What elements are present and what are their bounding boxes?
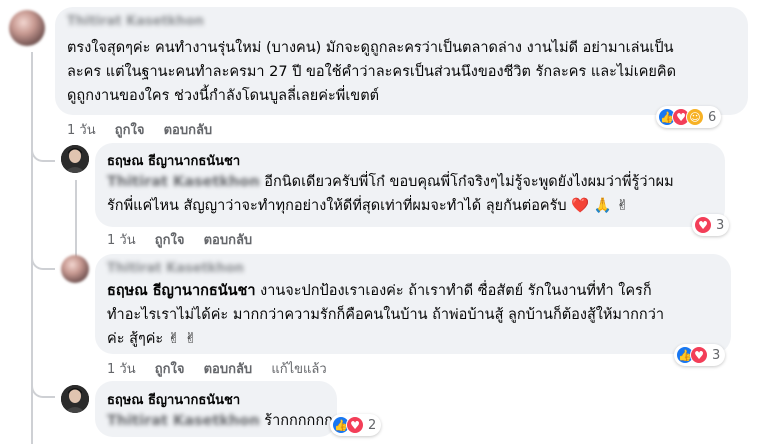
- reply-button[interactable]: ตอบกลับ: [204, 362, 253, 377]
- love-icon: ♥: [694, 216, 712, 234]
- comment-author[interactable]: ธฤษณ ธีญานากธนันชา: [107, 150, 240, 171]
- comment-time[interactable]: 1 วัน: [107, 233, 136, 248]
- avatar[interactable]: [61, 255, 89, 283]
- comment-line: ค่ะ สู้ๆค่ะ ✌ ✌: [107, 327, 197, 351]
- thread-branch: [31, 250, 55, 270]
- comment-author[interactable]: ธฤษณ ธีญานากธนันชา: [107, 389, 240, 410]
- comment-author[interactable]: Thitirat Kasetkhon: [67, 14, 204, 29]
- profile-photo-icon: [61, 145, 89, 173]
- comment-line: ละคร แต่ในฐานะคนทำละครมา 27 ปี ขอใช้คำว่…: [67, 64, 677, 80]
- avatar[interactable]: [61, 385, 89, 413]
- mention-tag[interactable]: Thitirat Kasetkhon: [107, 174, 260, 190]
- comment-line: ตรงใจสุดๆค่ะ คนทำงานรุ่นใหม่ (บางคน) มัก…: [67, 40, 674, 56]
- comment-text: รักพี่แค่ไหน สัญญาว่าจะทำทุกอย่างให้ดีที…: [107, 198, 567, 214]
- reaction-summary[interactable]: ♥ 3: [692, 214, 730, 236]
- comment-actions: 1 วัน ถูกใจ ตอบกลับ แก้ไขแล้ว: [107, 358, 342, 379]
- care-icon: ☺: [686, 108, 704, 126]
- mention-tag[interactable]: ธฤษณ ธีญานากธนันชา: [107, 283, 256, 299]
- comment-emojis: ✌ ✌: [167, 331, 197, 347]
- reaction-count: 3: [716, 217, 725, 233]
- thread-line: [75, 180, 77, 260]
- thread-branch: [31, 376, 55, 398]
- comment-text: ค่ะ สู้ๆค่ะ: [107, 331, 164, 347]
- reaction-count: 6: [708, 109, 717, 125]
- comment-text: ร้ากกกกกก: [264, 413, 333, 429]
- comment-line: Thitirat Kasetkhon ร้ากกกกกก: [107, 409, 333, 433]
- reaction-summary[interactable]: 👍 ♥ 2: [330, 414, 382, 436]
- reply-button[interactable]: ตอบกลับ: [164, 123, 213, 138]
- avatar[interactable]: [9, 10, 45, 46]
- thread-branch: [31, 140, 55, 162]
- like-button[interactable]: ถูกใจ: [155, 362, 185, 377]
- comment-line: Thitirat Kasetkhon อีกนิดเดียวครับพี่โก๋…: [107, 170, 674, 194]
- avatar[interactable]: [61, 145, 89, 173]
- comment-time[interactable]: 1 วัน: [67, 123, 96, 138]
- edited-label[interactable]: แก้ไขแล้ว: [271, 362, 326, 377]
- comment-line: รักพี่แค่ไหน สัญญาว่าจะทำทุกอย่างให้ดีที…: [107, 194, 629, 218]
- mention-tag[interactable]: Thitirat Kasetkhon: [107, 413, 260, 429]
- reply-button[interactable]: ตอบกลับ: [204, 233, 253, 248]
- comment-text: อีกนิดเดียวครับพี่โก๋ ขอบคุณพี่โก๋จริงๆไ…: [264, 174, 674, 190]
- like-button[interactable]: ถูกใจ: [155, 233, 185, 248]
- comment-actions: 1 วัน ถูกใจ ตอบกลับ: [107, 229, 267, 250]
- comment-line: ธฤษณ ธีญานากธนันชา งานจะปกป้องเราเองค่ะ …: [107, 279, 652, 303]
- comment-text: งานจะปกป้องเราเองค่ะ ถ้าเราทำดี ซื่อสัตย…: [260, 283, 652, 299]
- reaction-count: 3: [712, 347, 721, 363]
- like-button[interactable]: ถูกใจ: [115, 123, 145, 138]
- comment-line: ทำอะไรเราไม่ได้ค่ะ มากกว่าความรักก็คือคน…: [107, 307, 664, 323]
- love-icon: ♥: [690, 346, 708, 364]
- comment-time[interactable]: 1 วัน: [107, 362, 136, 377]
- comment-actions: 1 วัน ถูกใจ ตอบกลับ: [67, 119, 227, 140]
- reaction-summary[interactable]: 👍 ♥ ☺ 6: [656, 106, 722, 128]
- profile-photo-icon: [61, 385, 89, 413]
- reaction-summary[interactable]: 👍 ♥ 3: [674, 344, 726, 366]
- comment-emojis: ❤️ 🙏 ✌: [571, 198, 629, 214]
- comment-line: ดูถูกงานของใคร ช่วงนี้กำลังโดนบูลลี่เลยค…: [67, 88, 380, 104]
- comment-author[interactable]: Thitirat Kasetkhon: [107, 261, 244, 276]
- love-icon: ♥: [346, 416, 364, 434]
- reaction-count: 2: [368, 417, 377, 433]
